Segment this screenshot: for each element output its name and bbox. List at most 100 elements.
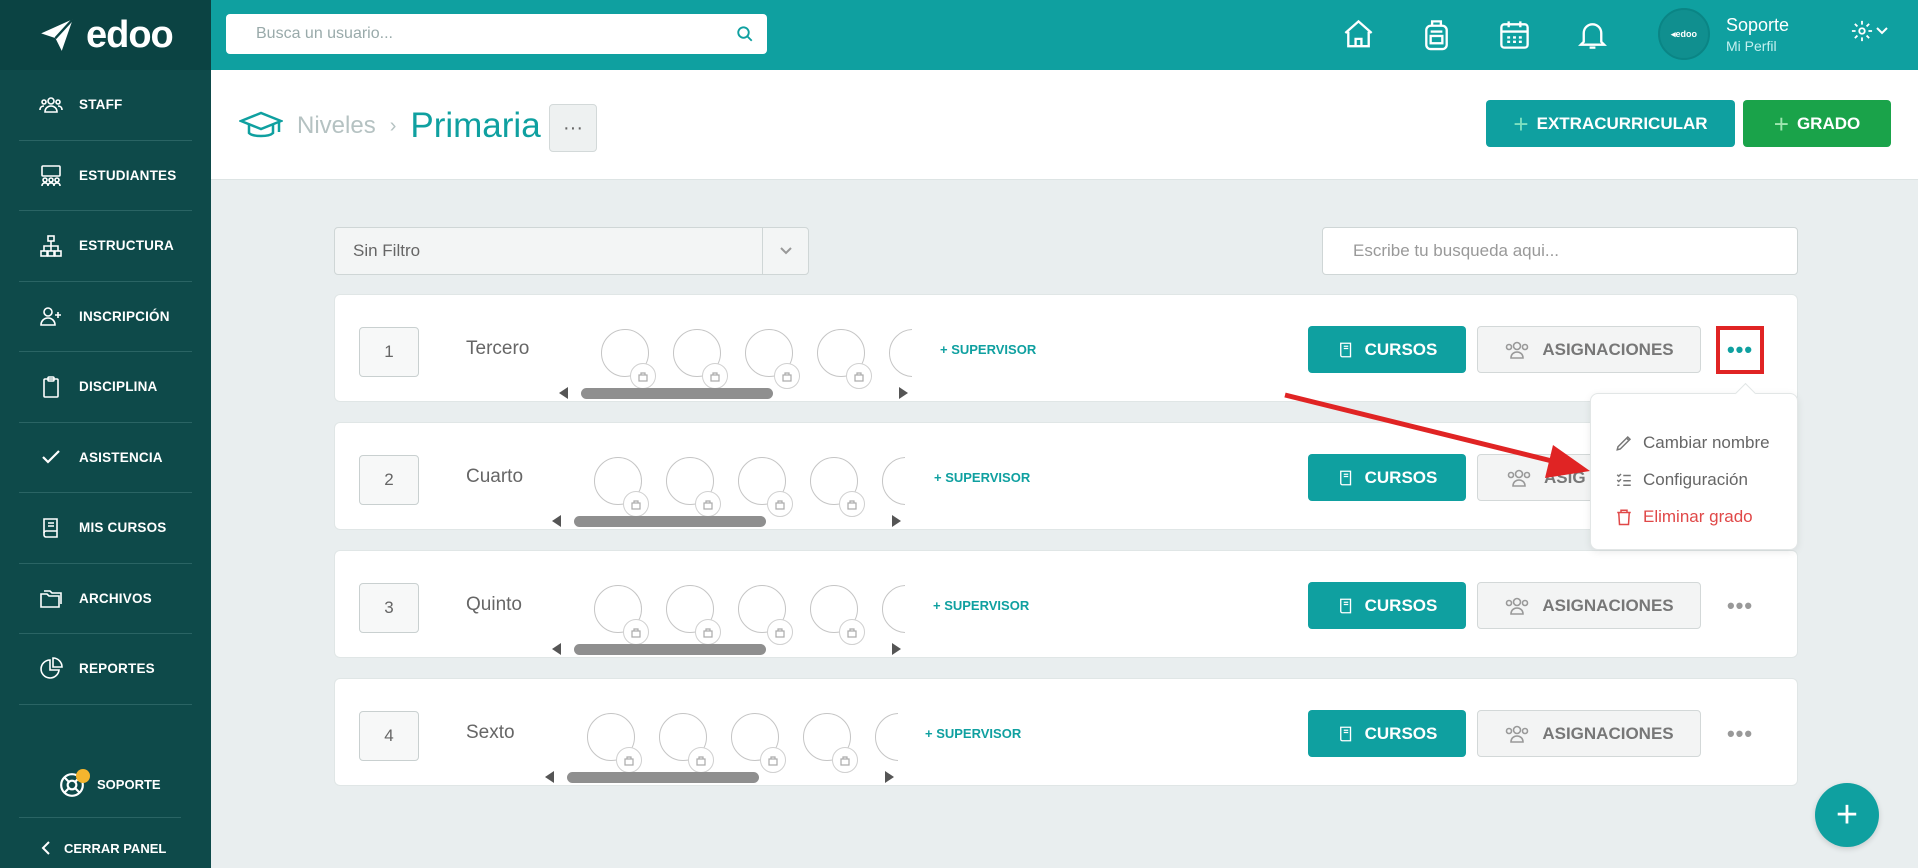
graduation-cap-icon — [239, 111, 283, 138]
add-supervisor-link[interactable]: + SUPERVISOR — [925, 726, 1021, 741]
courses-button[interactable]: CURSOS — [1308, 710, 1466, 757]
grade-number[interactable]: 2 — [359, 455, 419, 505]
home-icon[interactable] — [1341, 17, 1376, 52]
sidebar-item-estudiantes[interactable]: ESTUDIANTES — [19, 141, 192, 211]
sidebar-item-asistencia[interactable]: ASISTENCIA — [19, 423, 192, 493]
grade-number[interactable]: 3 — [359, 583, 419, 633]
sidebar-item-disciplina[interactable]: DISCIPLINA — [19, 352, 192, 423]
sidebar-item-staff[interactable]: STAFF — [19, 70, 192, 141]
calendar-icon[interactable] — [1497, 17, 1532, 52]
avatar[interactable] — [882, 585, 905, 633]
scroll-right-icon[interactable] — [899, 387, 908, 399]
add-supervisor-link[interactable]: + SUPERVISOR — [933, 598, 1029, 613]
support-button[interactable]: SOPORTE — [19, 752, 181, 818]
assignments-button[interactable]: ASIGNACIONES — [1477, 710, 1701, 757]
courses-label: CURSOS — [1364, 595, 1438, 615]
lock-icon — [702, 363, 728, 389]
avatar: ◂edoo — [1658, 8, 1710, 60]
plus-icon: + — [1773, 108, 1789, 139]
filter-select[interactable]: Sin Filtro — [334, 227, 809, 275]
profile-subtitle: Mi Perfil — [1726, 37, 1777, 54]
scroll-left-icon[interactable] — [552, 515, 561, 527]
lock-icon — [767, 491, 793, 517]
grade-number[interactable]: 1 — [359, 327, 419, 377]
add-supervisor-link[interactable]: + SUPERVISOR — [934, 470, 1030, 485]
sidebar-item-label: ASISTENCIA — [79, 449, 163, 465]
sidebar-item-archivos[interactable]: ARCHIVOS — [19, 564, 192, 634]
user-search-input[interactable] — [226, 14, 723, 54]
bell-icon[interactable] — [1575, 17, 1610, 52]
sidebar-item-reportes[interactable]: REPORTES — [19, 634, 192, 705]
avatar[interactable] — [889, 329, 912, 377]
backpack-icon[interactable] — [1419, 17, 1454, 52]
avatar[interactable] — [882, 457, 905, 505]
menu-item-label: Eliminar grado — [1643, 506, 1753, 526]
students-icon — [41, 165, 61, 187]
rename-grade-item[interactable]: Cambiar nombre — [1591, 424, 1797, 461]
notification-dot — [76, 768, 90, 783]
scrollbar[interactable] — [574, 516, 766, 527]
sidebar-item-mis-cursos[interactable]: MIS CURSOS — [19, 493, 192, 564]
lock-icon — [767, 619, 793, 645]
floating-add-button[interactable]: + — [1815, 783, 1879, 847]
add-supervisor-link[interactable]: + SUPERVISOR — [940, 342, 1036, 357]
grade-name: Quinto — [466, 594, 522, 615]
lock-icon — [760, 747, 786, 773]
scroll-right-icon[interactable] — [892, 515, 901, 527]
courses-button[interactable]: CURSOS — [1308, 582, 1466, 629]
breadcrumb-parent[interactable]: Niveles — [297, 112, 376, 140]
configuration-item[interactable]: Configuración — [1591, 461, 1797, 498]
profile-menu[interactable]: ◂edoo Soporte Mi Perfil — [1658, 8, 1789, 60]
collapse-panel-button[interactable]: CERRAR PANEL — [40, 840, 166, 856]
search-icon[interactable] — [723, 25, 767, 43]
courses-button[interactable]: CURSOS — [1308, 454, 1466, 501]
grade-options-button[interactable]: ••• — [1716, 326, 1764, 374]
app-name: edoo — [86, 13, 174, 56]
grade-number[interactable]: 4 — [359, 711, 419, 761]
teacher-avatars — [548, 573, 905, 655]
breadcrumb-separator: › — [389, 114, 397, 137]
scrollbar[interactable] — [574, 644, 766, 655]
pencil-icon — [1616, 435, 1632, 451]
scroll-left-icon[interactable] — [552, 643, 561, 655]
staff-icon — [39, 96, 63, 113]
sidebar-item-estructura[interactable]: ESTRUCTURA — [19, 211, 192, 282]
grade-options-button[interactable]: ••• — [1716, 710, 1764, 758]
settings-menu[interactable] — [1851, 20, 1888, 42]
chevron-down-icon — [1876, 27, 1888, 35]
scroll-left-icon[interactable] — [559, 387, 568, 399]
sidebar-item-label: MIS CURSOS — [79, 520, 167, 536]
teacher-avatars — [548, 445, 905, 527]
app-logo[interactable]: edoo — [0, 0, 211, 70]
chevron-down-icon — [762, 228, 808, 274]
grade-options-button[interactable]: ••• — [1716, 582, 1764, 630]
delete-grade-item[interactable]: Eliminar grado — [1591, 498, 1797, 535]
sidebar: edoo STAFF ESTUDIANTES ESTRUCTURA INSCRI… — [0, 0, 211, 868]
assignments-button[interactable]: ASIGNACIONES — [1477, 326, 1701, 373]
add-grade-button[interactable]: + GRADO — [1743, 100, 1891, 147]
grade-row: 1 Tercero + SUPERVISOR CURSOS ASIGNACION… — [334, 294, 1798, 402]
plus-icon: + — [1513, 108, 1529, 139]
sidebar-item-label: STAFF — [79, 97, 123, 113]
avatar[interactable] — [875, 713, 898, 761]
scroll-right-icon[interactable] — [892, 643, 901, 655]
courses-button[interactable]: CURSOS — [1308, 326, 1466, 373]
scrollbar[interactable] — [567, 772, 759, 783]
pie-chart-icon — [40, 656, 63, 679]
assignments-label: ASIGNACIONES — [1542, 339, 1674, 359]
assignments-button[interactable]: ASIGNACIONES — [1477, 582, 1701, 629]
add-extracurricular-button[interactable]: + EXTRACURRICULAR — [1486, 100, 1735, 147]
scrollbar[interactable] — [581, 388, 773, 399]
book-icon — [1339, 598, 1351, 613]
scroll-left-icon[interactable] — [545, 771, 554, 783]
level-options-button[interactable]: ··· — [549, 104, 597, 152]
courses-label: CURSOS — [1364, 723, 1438, 743]
sidebar-item-inscripcion[interactable]: INSCRIPCIÓN — [19, 282, 192, 352]
lock-icon — [623, 619, 649, 645]
grade-search-input[interactable] — [1323, 228, 1797, 274]
grade-row: 2 Cuarto + SUPERVISOR CURSOS ASIG — [334, 422, 1798, 530]
grade-name: Cuarto — [466, 466, 524, 487]
scroll-right-icon[interactable] — [885, 771, 894, 783]
book-icon — [43, 517, 58, 538]
assignments-label: ASIGNACIONES — [1542, 723, 1674, 743]
